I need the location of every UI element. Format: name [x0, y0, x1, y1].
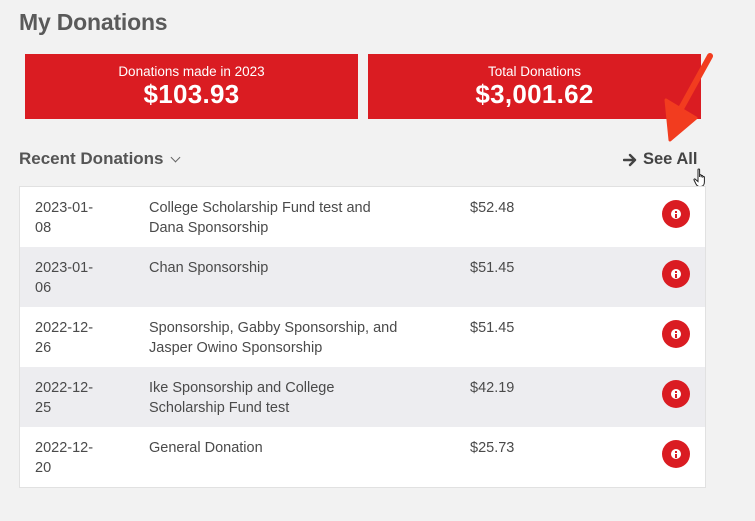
table-row: 2022-12- 20 General Donation $25.73	[20, 427, 705, 487]
donation-date: 2023-01- 06	[35, 258, 115, 298]
date-line: 26	[35, 340, 52, 356]
donation-amount: $25.73	[470, 440, 515, 456]
page-title: My Donations	[19, 9, 168, 35]
donation-amount: $52.48	[470, 200, 515, 216]
see-all-link[interactable]: See All	[623, 150, 697, 169]
donation-description: Chan Sponsorship	[149, 260, 269, 276]
info-button[interactable]	[662, 440, 690, 468]
info-icon	[671, 389, 681, 399]
date-line: 08	[35, 220, 52, 236]
date-line: 2022-12-	[35, 320, 94, 336]
donation-description: College Scholarship Fund test and Dana S…	[149, 200, 371, 236]
hand-pointer-cursor-icon	[693, 168, 705, 187]
donation-description: General Donation	[149, 440, 263, 456]
donation-description: Ike Sponsorship and College Scholarship …	[149, 380, 335, 416]
total-donations-label: Total Donations	[487, 64, 582, 79]
date-line: 25	[35, 400, 52, 416]
donation-date: 2023-01- 08	[35, 198, 115, 238]
donation-amount: $51.45	[470, 320, 515, 336]
info-icon	[671, 449, 681, 459]
info-button[interactable]	[662, 320, 690, 348]
date-line: 2022-12-	[35, 440, 94, 456]
table-row: 2023-01- 06 Chan Sponsorship $51.45	[20, 247, 705, 307]
table-row: 2022-12- 26 Sponsorship, Gabby Sponsorsh…	[20, 307, 705, 367]
donation-description: Sponsorship, Gabby Sponsorship, and Jasp…	[149, 320, 398, 356]
table-row: 2023-01- 08 College Scholarship Fund tes…	[20, 187, 705, 247]
info-button[interactable]	[662, 200, 690, 228]
date-line: 2023-01-	[35, 260, 94, 276]
info-icon	[671, 209, 681, 219]
donations-table: 2023-01- 08 College Scholarship Fund tes…	[19, 186, 706, 488]
info-button[interactable]	[662, 380, 690, 408]
annotation-arrow-icon	[664, 53, 713, 142]
info-icon	[671, 329, 681, 339]
donation-amount: $51.45	[470, 260, 515, 276]
date-line: 20	[35, 460, 52, 476]
year-donations-label: Donations made in 2023	[118, 64, 265, 79]
chevron-down-icon	[170, 152, 180, 162]
date-line: 2022-12-	[35, 380, 94, 396]
recent-donations-toggle[interactable]: Recent Donations	[19, 149, 180, 169]
recent-donations-title: Recent Donations	[19, 149, 164, 168]
donation-date: 2022-12- 25	[35, 378, 115, 418]
date-line: 2023-01-	[35, 200, 94, 216]
total-donations-value: $3,001.62	[475, 79, 594, 109]
table-row: 2022-12- 25 Ike Sponsorship and College …	[20, 367, 705, 427]
date-line: 06	[35, 280, 52, 296]
year-donations-card: Donations made in 2023 $103.93	[25, 54, 358, 119]
donation-date: 2022-12- 26	[35, 318, 115, 358]
see-all-label: See All	[643, 150, 698, 168]
arrow-right-icon	[623, 153, 637, 166]
info-button[interactable]	[662, 260, 690, 288]
total-donations-card: Total Donations $3,001.62	[368, 54, 701, 119]
donation-amount: $42.19	[470, 380, 515, 396]
info-icon	[671, 269, 681, 279]
donation-date: 2022-12- 20	[35, 438, 115, 478]
year-donations-value: $103.93	[143, 79, 240, 109]
